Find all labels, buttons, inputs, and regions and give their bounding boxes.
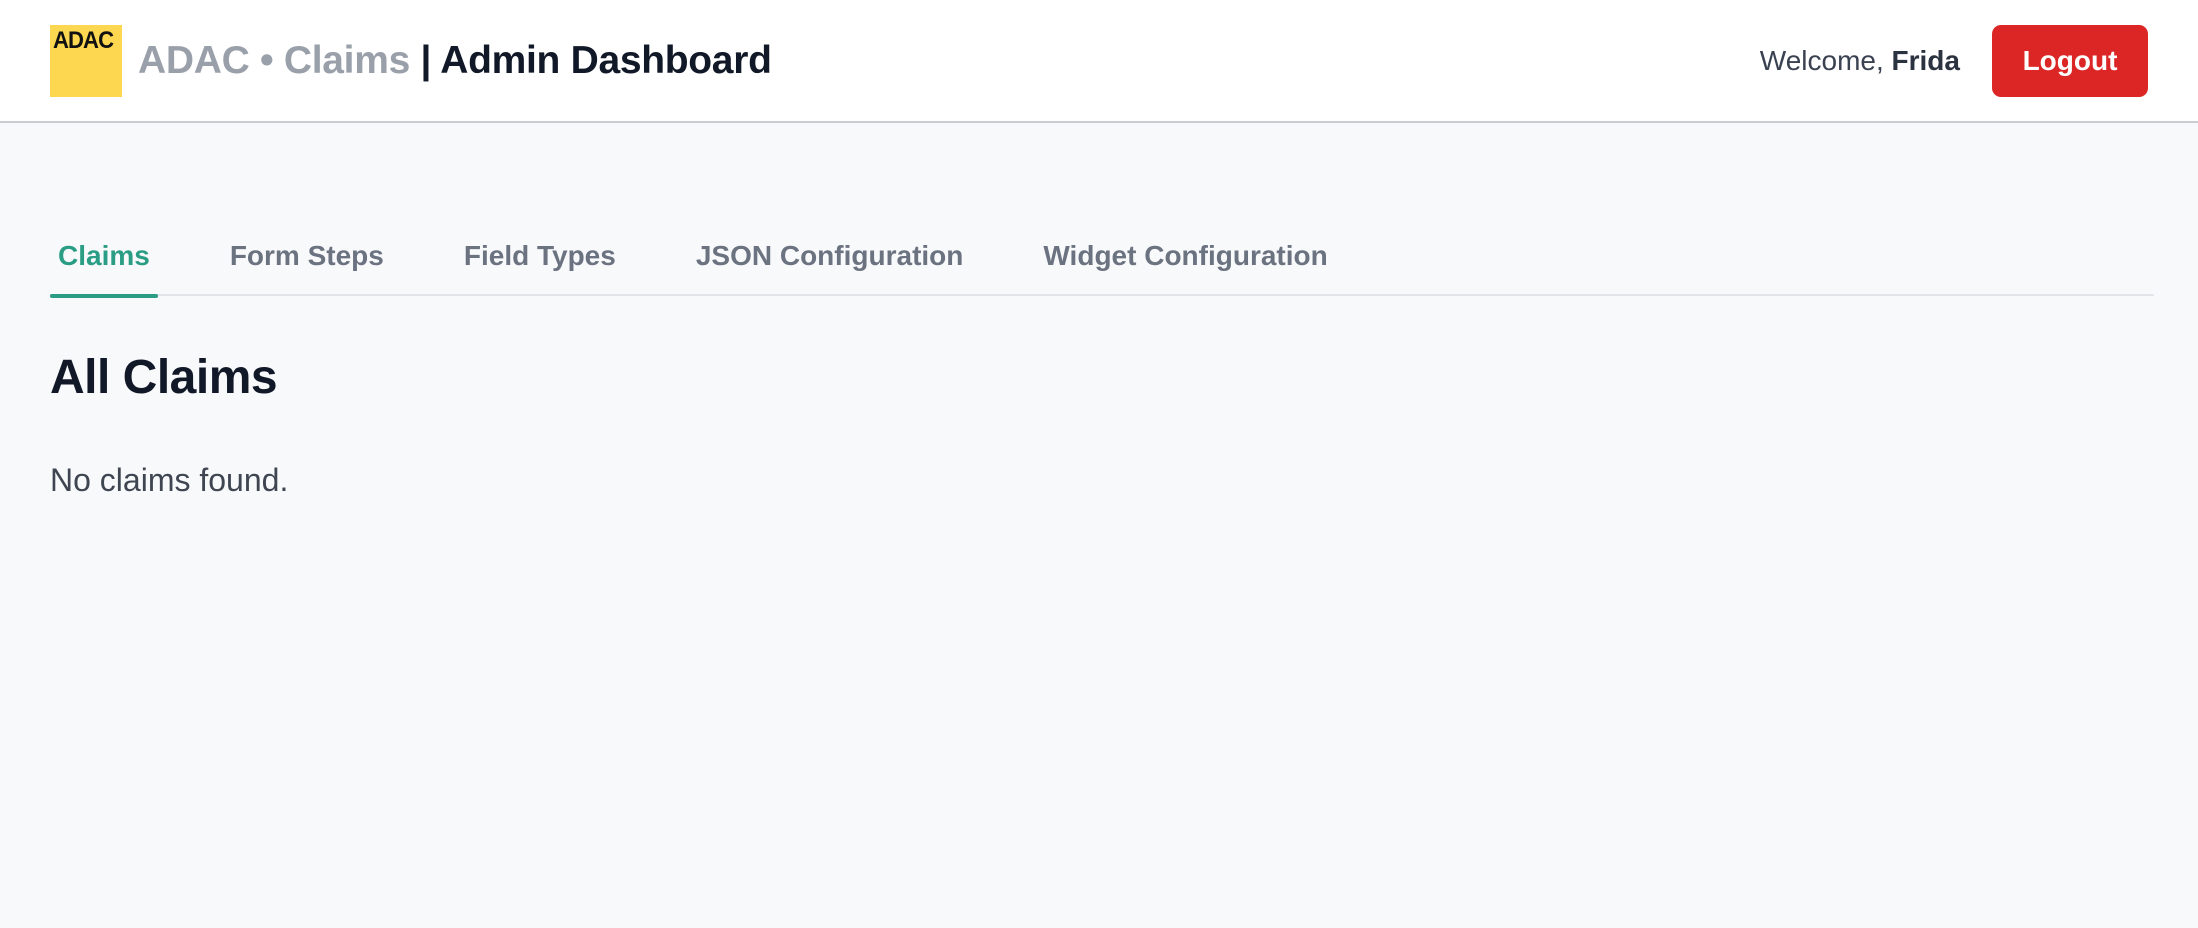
- brand-name: ADAC • Claims: [138, 38, 410, 82]
- tab-claims[interactable]: Claims: [50, 226, 158, 298]
- logout-button[interactable]: Logout: [1992, 24, 2148, 97]
- welcome-text: Welcome, Frida: [1760, 45, 1960, 77]
- app-header: ADAC ADAC • Claims | Admin Dashboard Wel…: [0, 0, 2198, 123]
- header-user-area: Welcome, Frida Logout: [1760, 24, 2148, 97]
- user-name: Frida: [1891, 44, 1960, 76]
- empty-state-message: No claims found.: [50, 462, 289, 498]
- section-heading: All Claims: [50, 351, 278, 404]
- logo-text: ADAC: [53, 26, 114, 54]
- title-separator: |: [409, 38, 441, 82]
- page-title: ADAC • Claims | Admin Dashboard: [138, 39, 772, 83]
- dashboard-title: Admin Dashboard: [440, 38, 772, 82]
- tab-bar: Claims Form Steps Field Types JSON Confi…: [50, 226, 2154, 298]
- tab-field-types[interactable]: Field Types: [456, 226, 624, 296]
- welcome-prefix: Welcome,: [1759, 44, 1892, 76]
- tab-widget-configuration[interactable]: Widget Configuration: [1035, 226, 1335, 296]
- tab-json-configuration[interactable]: JSON Configuration: [688, 226, 972, 296]
- tab-form-steps[interactable]: Form Steps: [222, 226, 392, 296]
- adac-logo: ADAC: [50, 24, 122, 97]
